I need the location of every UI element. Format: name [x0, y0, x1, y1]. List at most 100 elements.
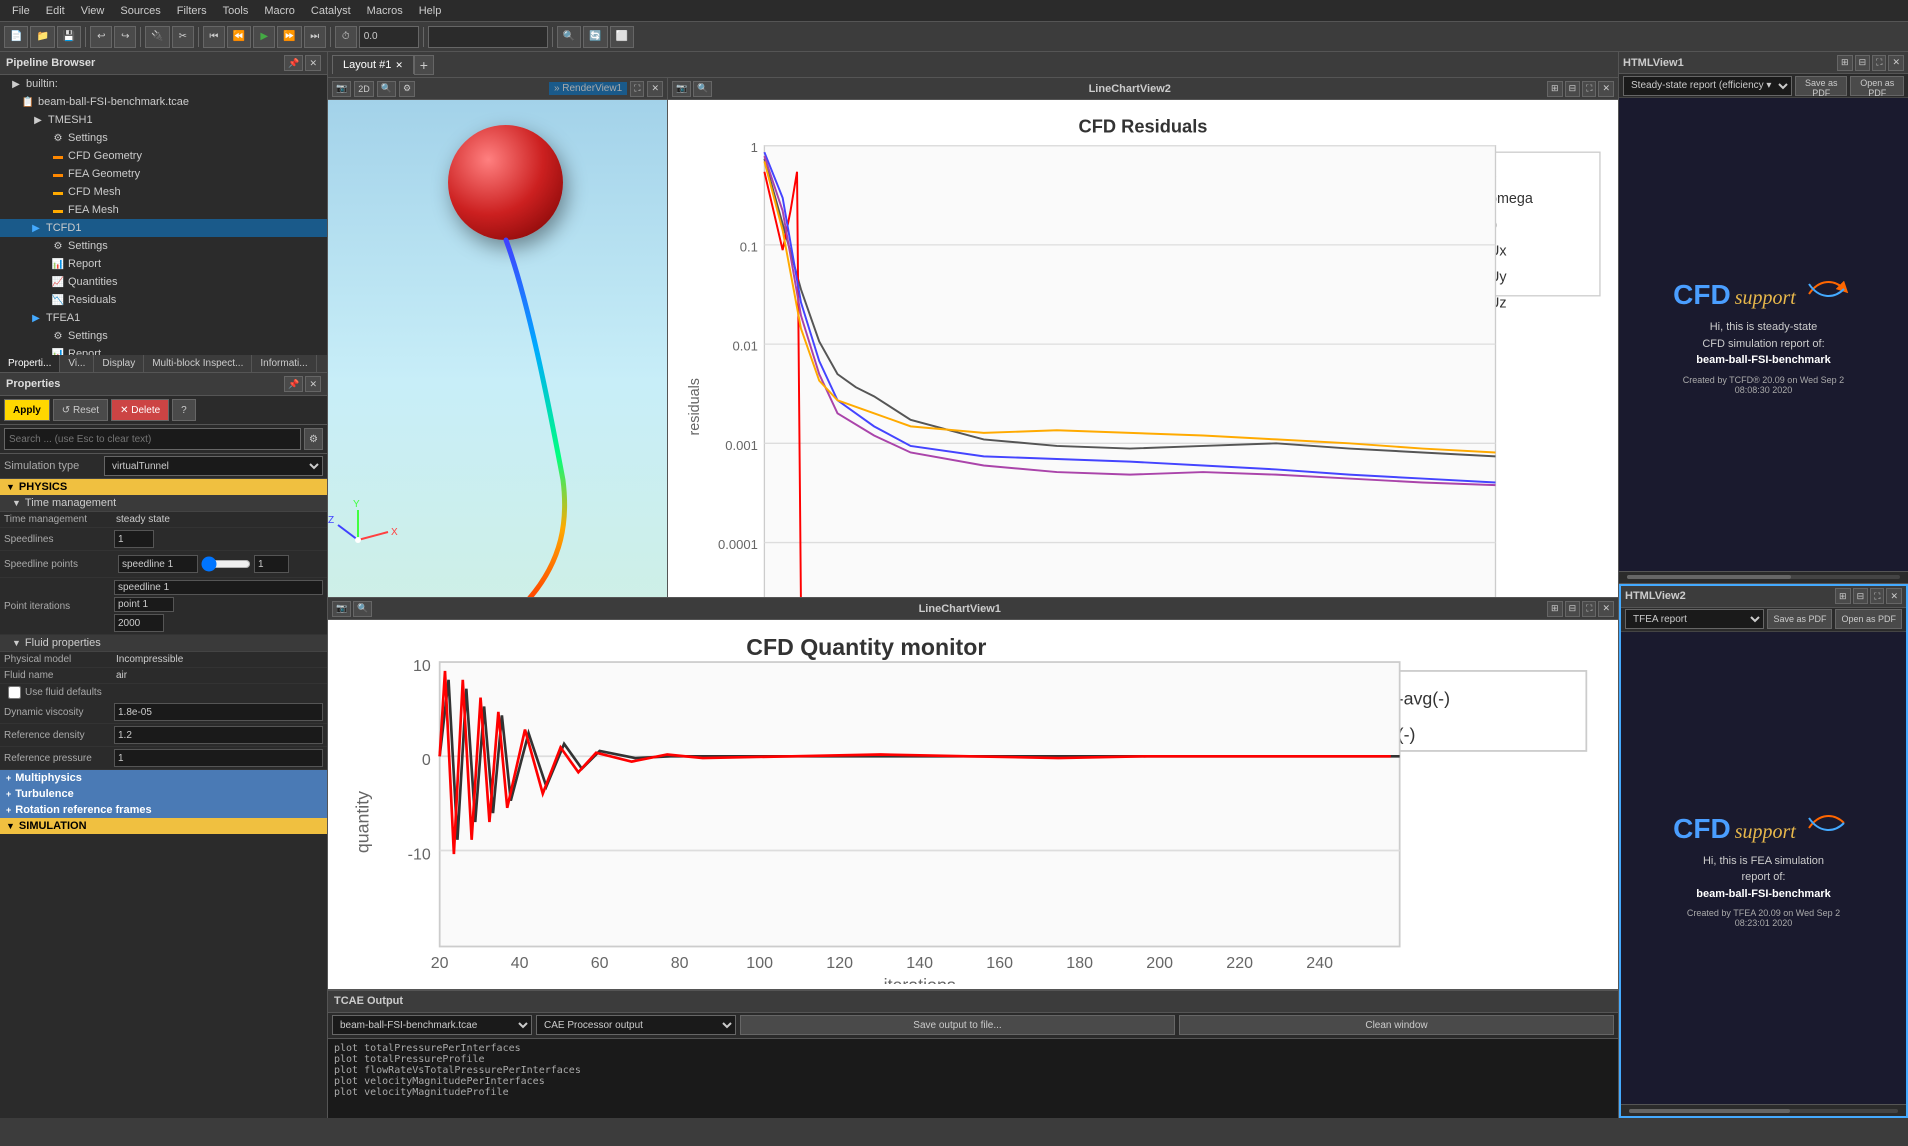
search-filter-btn[interactable]: ⚙	[304, 428, 323, 450]
speedlines-input[interactable]	[114, 530, 154, 548]
qty-grid-btn[interactable]: ⊞	[1547, 601, 1563, 617]
qty-expand-btn[interactable]: ⛶	[1582, 601, 1596, 617]
representation-field[interactable]: Representation	[428, 26, 548, 48]
res-expand-btn[interactable]: ⛶	[1582, 81, 1596, 97]
res-split-btn[interactable]: ⊟	[1565, 81, 1581, 97]
undo-btn[interactable]: ↩	[90, 26, 112, 48]
props-pin-btn[interactable]: 📌	[284, 376, 303, 392]
play-btn[interactable]: ▶	[253, 26, 275, 48]
qty-zoom-btn[interactable]: 🔍	[353, 601, 372, 617]
res-grid-btn[interactable]: ⊞	[1547, 81, 1563, 97]
residuals-zoom-btn[interactable]: 🔍	[693, 81, 712, 97]
ref-pressure-input[interactable]	[114, 749, 323, 767]
tree-item-10[interactable]: 📈 Quantities	[0, 273, 327, 291]
time-field[interactable]	[359, 26, 419, 48]
add-layout-btn[interactable]: +	[414, 55, 434, 75]
speedline-slider[interactable]	[201, 556, 251, 572]
tree-item-4[interactable]: ▬ FEA Geometry	[0, 165, 327, 183]
tree-item-7[interactable]: ▶ TCFD1	[0, 219, 327, 237]
menu-macros[interactable]: Macros	[359, 5, 411, 17]
hv2-open-pdf-btn[interactable]: Open as PDF	[1835, 609, 1902, 629]
rv-zoom-btn[interactable]: 🔍	[377, 81, 396, 97]
ref-density-input[interactable]	[114, 726, 323, 744]
hv1-split-btn[interactable]: ⊟	[1855, 55, 1871, 71]
point-iter-speedline[interactable]	[114, 580, 323, 595]
props-close-btn[interactable]: ✕	[305, 376, 321, 392]
save-output-btn[interactable]: Save output to file...	[740, 1015, 1175, 1035]
point-iter-point[interactable]	[114, 597, 174, 612]
tab-vi[interactable]: Vi...	[60, 355, 94, 372]
menu-sources[interactable]: Sources	[112, 5, 168, 17]
select-btn[interactable]: ⬜	[610, 26, 634, 48]
menu-filters[interactable]: Filters	[169, 5, 215, 17]
hv1-grid-btn[interactable]: ⊞	[1837, 55, 1853, 71]
fluid-props-subsection[interactable]: ▼ Fluid properties	[0, 635, 327, 652]
tree-builtin[interactable]: ▶ builtin:	[0, 75, 327, 93]
props-search-input[interactable]	[4, 428, 301, 450]
rv-close-btn[interactable]: ✕	[647, 81, 663, 97]
speedline-num-input[interactable]	[254, 555, 289, 573]
dynamic-viscosity-input[interactable]	[114, 703, 323, 721]
pipeline-pin-btn[interactable]: 📌	[284, 55, 303, 71]
qty-cam-btn[interactable]: 📷	[332, 601, 351, 617]
tree-item-3[interactable]: ▬ CFD Geometry	[0, 147, 327, 165]
simulation-section[interactable]: ▼ SIMULATION	[0, 818, 327, 834]
menu-edit[interactable]: Edit	[38, 5, 73, 17]
tree-item-8[interactable]: ⚙ Settings	[0, 237, 327, 255]
hv2-scrollbar[interactable]	[1621, 1104, 1906, 1116]
menu-view[interactable]: View	[73, 5, 113, 17]
speedline-name-input[interactable]	[118, 555, 198, 573]
clean-window-btn[interactable]: Clean window	[1179, 1015, 1614, 1035]
hv2-expand-btn[interactable]: ⛶	[1870, 588, 1884, 604]
tree-item-9[interactable]: 📊 Report	[0, 255, 327, 273]
menu-catalyst[interactable]: Catalyst	[303, 5, 359, 17]
tree-item-12[interactable]: ▶ TFEA1	[0, 309, 327, 327]
rv-2d-btn[interactable]: 2D	[354, 81, 374, 97]
tab-multiblock[interactable]: Multi-block Inspect...	[144, 355, 252, 372]
rv-expand-btn[interactable]: ⛶	[630, 81, 644, 97]
point-iter-value[interactable]	[114, 614, 164, 632]
tree-item-5[interactable]: ▬ CFD Mesh	[0, 183, 327, 201]
tab-properties[interactable]: Properti...	[0, 355, 60, 372]
tree-item-2[interactable]: ⚙ Settings	[0, 129, 327, 147]
new-btn[interactable]: 📄	[4, 26, 28, 48]
reset-button[interactable]: ↺ Reset	[53, 399, 108, 421]
tree-item-0[interactable]: 📋 beam-ball-FSI-benchmark.tcae	[0, 93, 327, 111]
layout-tab-1-close[interactable]: ✕	[395, 60, 403, 71]
use-fluid-defaults-check[interactable]	[8, 686, 21, 699]
next-btn[interactable]: ⏩	[277, 26, 301, 48]
disconnect-btn[interactable]: ✂	[172, 26, 194, 48]
multiphysics-section[interactable]: + Multiphysics	[0, 770, 327, 786]
pipeline-close-btn[interactable]: ✕	[305, 55, 321, 71]
tab-display[interactable]: Display	[94, 355, 144, 372]
tab-info[interactable]: Informati...	[252, 355, 316, 372]
qty-close-btn[interactable]: ✕	[1598, 601, 1614, 617]
sim-type-select[interactable]: virtualTunnel	[104, 456, 323, 476]
res-close-btn[interactable]: ✕	[1598, 81, 1614, 97]
hv2-grid-btn[interactable]: ⊞	[1835, 588, 1851, 604]
output-file-select[interactable]: beam-ball-FSI-benchmark.tcae	[332, 1015, 532, 1035]
turbulence-section[interactable]: + Turbulence	[0, 786, 327, 802]
render-content[interactable]: X Y Z	[328, 100, 667, 598]
time-btn[interactable]: ⏱	[335, 26, 357, 48]
hv1-open-pdf-btn[interactable]: Open as PDF	[1850, 76, 1904, 96]
menu-help[interactable]: Help	[411, 5, 450, 17]
layout-tab-1[interactable]: Layout #1 ✕	[332, 55, 414, 74]
hv1-close-btn[interactable]: ✕	[1888, 55, 1904, 71]
forward-btn[interactable]: ⏭	[304, 26, 326, 48]
save-btn[interactable]: 💾	[57, 26, 81, 48]
tree-item-14[interactable]: 📊 Report	[0, 345, 327, 355]
tree-item-1[interactable]: ▶ TMESH1	[0, 111, 327, 129]
menu-macro[interactable]: Macro	[256, 5, 303, 17]
rv-settings-btn[interactable]: ⚙	[399, 81, 415, 97]
connect-btn[interactable]: 🔌	[145, 26, 169, 48]
open-btn[interactable]: 📁	[30, 26, 54, 48]
hv1-save-pdf-btn[interactable]: Save as PDF	[1795, 76, 1847, 96]
apply-button[interactable]: Apply	[4, 399, 50, 421]
hv2-save-pdf-btn[interactable]: Save as PDF	[1767, 609, 1832, 629]
hv1-expand-btn[interactable]: ⛶	[1872, 55, 1886, 71]
hv2-report-select[interactable]: TFEA report	[1625, 609, 1764, 629]
tree-item-6[interactable]: ▬ FEA Mesh	[0, 201, 327, 219]
help-button[interactable]: ?	[172, 399, 196, 421]
qty-split-btn[interactable]: ⊟	[1565, 601, 1581, 617]
